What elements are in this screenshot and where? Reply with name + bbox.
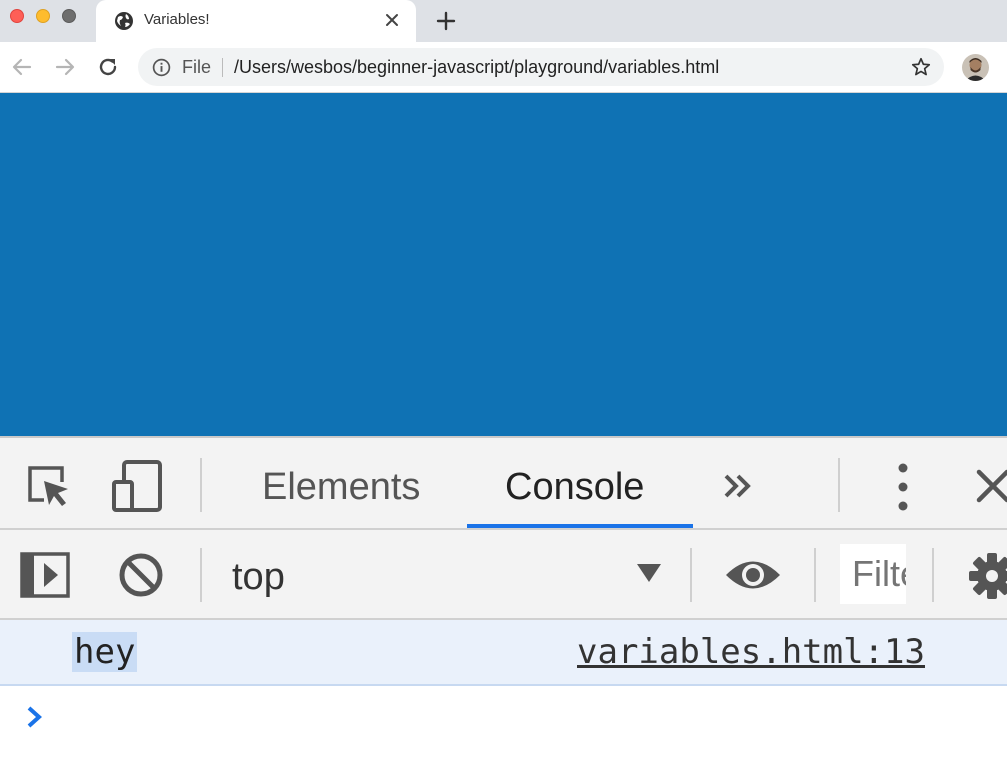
close-devtools-icon[interactable] bbox=[974, 468, 1007, 504]
devtools-panel: Elements Console top Filter hey variable… bbox=[0, 436, 1007, 771]
devtools-tab-bar: Elements Console bbox=[0, 438, 1007, 530]
tab-close-icon[interactable] bbox=[382, 10, 402, 30]
console-message: hey variables.html:13 bbox=[0, 620, 1007, 686]
filter-input[interactable] bbox=[852, 550, 906, 598]
globe-icon bbox=[115, 12, 133, 30]
console-toolbar: top bbox=[0, 530, 1007, 620]
browser-tab-strip: Variables! bbox=[0, 0, 1007, 42]
page-viewport bbox=[0, 93, 1007, 436]
device-toolbar-icon[interactable] bbox=[110, 458, 166, 514]
back-arrow-icon[interactable] bbox=[10, 55, 34, 79]
url-text[interactable]: /Users/wesbos/beginner-javascript/playgr… bbox=[234, 57, 719, 78]
toolbar-divider bbox=[200, 548, 202, 602]
address-separator bbox=[222, 58, 223, 77]
toolbar-divider bbox=[200, 458, 202, 512]
avatar-image bbox=[962, 54, 989, 81]
live-expression-eye-icon[interactable] bbox=[724, 556, 782, 594]
double-chevron-right-icon[interactable] bbox=[722, 472, 754, 500]
more-options-icon[interactable] bbox=[894, 462, 912, 512]
gear-icon[interactable] bbox=[968, 552, 1007, 600]
bookmark-star-icon[interactable] bbox=[910, 56, 932, 78]
context-selector[interactable]: top bbox=[232, 556, 285, 599]
info-icon[interactable] bbox=[152, 58, 171, 77]
toolbar-divider bbox=[814, 548, 816, 602]
window-close-button[interactable] bbox=[10, 9, 24, 23]
clear-console-icon[interactable] bbox=[118, 552, 164, 598]
browser-toolbar: File /Users/wesbos/beginner-javascript/p… bbox=[0, 42, 1007, 93]
console-prompt-icon[interactable] bbox=[24, 704, 46, 730]
window-maximize-button[interactable] bbox=[62, 9, 76, 23]
tab-title: Variables! bbox=[144, 11, 210, 28]
active-tab-indicator bbox=[467, 524, 693, 528]
tab-console[interactable]: Console bbox=[505, 466, 644, 509]
profile-avatar[interactable] bbox=[962, 54, 989, 81]
dropdown-arrow-icon[interactable] bbox=[636, 562, 662, 584]
filter-box[interactable] bbox=[840, 544, 906, 604]
toolbar-divider bbox=[838, 458, 840, 512]
toolbar-divider bbox=[690, 548, 692, 602]
inspect-element-icon[interactable] bbox=[24, 462, 74, 512]
console-source-link[interactable]: variables.html:13 bbox=[577, 632, 925, 672]
new-tab-icon[interactable] bbox=[434, 9, 458, 33]
sidebar-toggle-icon[interactable] bbox=[20, 552, 70, 598]
reload-icon[interactable] bbox=[96, 55, 120, 79]
console-message-text[interactable]: hey bbox=[72, 632, 138, 672]
scheme-label: File bbox=[182, 57, 212, 77]
browser-tab[interactable]: Variables! bbox=[96, 0, 416, 42]
tab-elements[interactable]: Elements bbox=[262, 466, 420, 509]
window-minimize-button[interactable] bbox=[36, 9, 50, 23]
toolbar-divider bbox=[932, 548, 934, 602]
forward-arrow-icon[interactable] bbox=[53, 55, 77, 79]
address-bar[interactable]: File /Users/wesbos/beginner-javascript/p… bbox=[138, 48, 944, 86]
